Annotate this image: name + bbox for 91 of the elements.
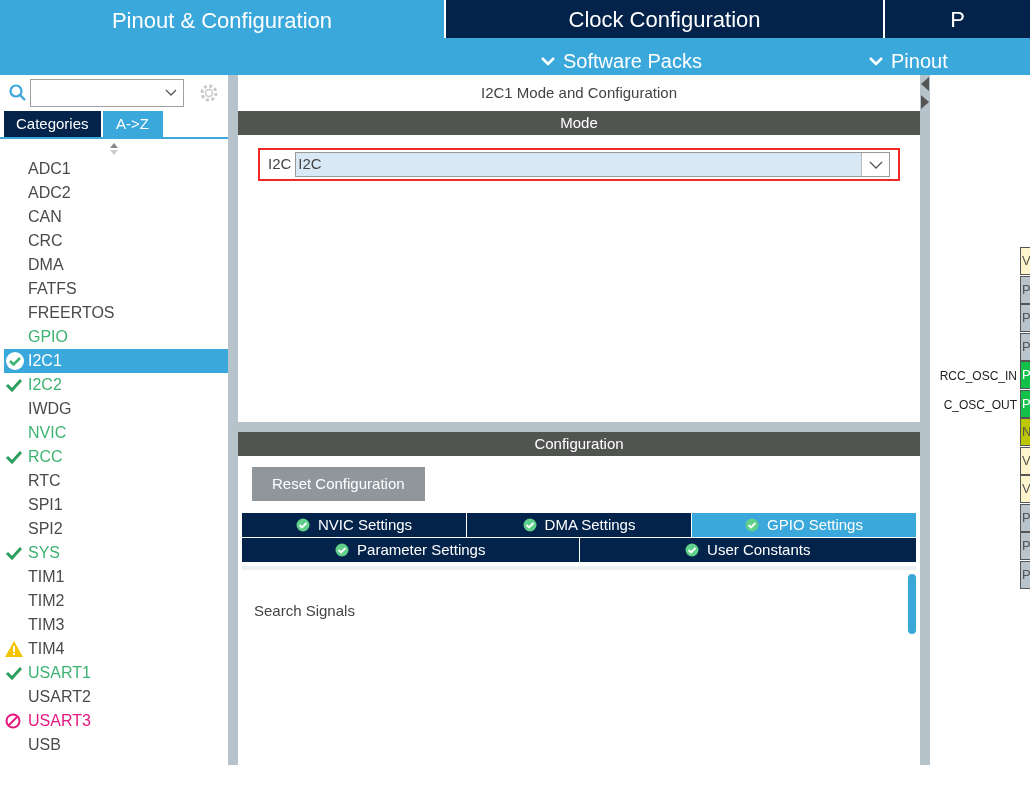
sidebar-item[interactable]: FREERTOS <box>4 301 228 325</box>
check-icon <box>5 450 23 464</box>
settings-icon[interactable] <box>198 82 220 104</box>
sidebar-item[interactable]: RTC <box>4 469 228 493</box>
item-label: TIM3 <box>28 615 65 635</box>
pin: P <box>1020 389 1030 418</box>
sidebar-item[interactable]: USB <box>4 733 228 757</box>
caret-icon <box>868 160 883 169</box>
item-label: DMA <box>28 255 64 275</box>
item-label: I2C1 <box>28 351 62 371</box>
item-label: TIM2 <box>28 591 65 611</box>
view-tab[interactable]: Categories <box>4 111 101 137</box>
top-tab[interactable]: P <box>885 0 1030 38</box>
chevron-icon <box>541 56 555 66</box>
sidebar-item[interactable]: ADC1 <box>4 157 228 181</box>
item-label: USART2 <box>28 687 91 707</box>
top-tab[interactable]: Clock Configuration <box>446 0 883 38</box>
pin: V <box>1020 446 1030 475</box>
blocked-icon <box>5 713 21 729</box>
item-label: CAN <box>28 207 62 227</box>
pin: P <box>1020 361 1030 389</box>
pin: P <box>1020 332 1030 361</box>
item-label: IWDG <box>28 399 72 419</box>
item-label: USB <box>28 735 61 755</box>
check-circle-icon <box>335 543 350 557</box>
item-label: SYS <box>28 543 60 563</box>
settings-tab[interactable]: NVIC Settings <box>242 513 466 537</box>
sidebar-item[interactable]: SPI1 <box>4 493 228 517</box>
settings-tab[interactable]: DMA Settings <box>467 513 691 537</box>
search-field[interactable] <box>30 79 184 107</box>
sidebar-item[interactable]: FATFS <box>4 277 228 301</box>
pin-label: C_OSC_OUT <box>943 396 1017 414</box>
sidebar-item[interactable]: USART2 <box>4 685 228 709</box>
pin: P <box>1020 275 1030 304</box>
check-circle-icon <box>5 351 25 371</box>
item-label: FATFS <box>28 279 77 299</box>
scrollbar[interactable] <box>908 574 916 634</box>
caret-icon <box>165 89 177 97</box>
item-label: I2C2 <box>28 375 62 395</box>
sidebar-item[interactable]: SPI2 <box>4 517 228 541</box>
sidebar-item[interactable]: ADC2 <box>4 181 228 205</box>
item-label: FREERTOS <box>28 303 115 323</box>
item-label: TIM1 <box>28 567 65 587</box>
item-label: SPI1 <box>28 495 63 515</box>
pin: V <box>1020 475 1030 503</box>
item-label: SPI2 <box>28 519 63 539</box>
settings-tab[interactable]: Parameter Settings <box>242 538 579 562</box>
item-label: GPIO <box>28 327 68 347</box>
sidebar-item[interactable]: DMA <box>4 253 228 277</box>
item-label: ADC2 <box>28 183 71 203</box>
pin: P <box>1020 532 1030 560</box>
mode-dropdown[interactable]: I2C <box>295 152 890 177</box>
item-label: ADC1 <box>28 159 71 179</box>
sidebar-item[interactable]: TIM3 <box>4 613 228 637</box>
check-icon <box>5 666 23 680</box>
check-circle-icon <box>522 518 537 532</box>
pin: P <box>1020 560 1030 589</box>
sidebar-item[interactable]: USART3 <box>4 709 228 733</box>
item-label: TIM4 <box>28 639 65 659</box>
section-header: Configuration <box>238 432 920 456</box>
pin: P <box>1020 503 1030 532</box>
pin: P <box>1020 304 1030 332</box>
sidebar-item[interactable]: TIM1 <box>4 565 228 589</box>
mode-label: I2C <box>268 154 292 175</box>
check-circle-icon <box>295 518 310 532</box>
sidebar-item[interactable]: CAN <box>4 205 228 229</box>
sidebar-item[interactable]: TIM4 <box>4 637 228 661</box>
sidebar-item[interactable]: TIM2 <box>4 589 228 613</box>
item-label: USART3 <box>28 711 91 731</box>
pin-label: RCC_OSC_IN <box>939 368 1017 385</box>
item-label: RCC <box>28 447 63 467</box>
settings-tab[interactable]: User Constants <box>579 538 916 562</box>
search-label: Search Signals <box>254 601 355 621</box>
panel-title: I2C1 Mode and Configuration <box>480 82 678 103</box>
check-icon <box>5 378 23 392</box>
search-icon[interactable] <box>8 83 28 103</box>
section-header: Mode <box>238 111 920 135</box>
item-label: RTC <box>28 471 61 491</box>
chevron-icon <box>869 56 883 66</box>
item-label: CRC <box>28 231 63 251</box>
sort-icon[interactable] <box>109 143 119 155</box>
sidebar-item[interactable]: IWDG <box>4 397 228 421</box>
check-circle-icon <box>745 518 760 532</box>
pin: V <box>1020 247 1030 275</box>
item-label: NVIC <box>28 423 67 443</box>
check-circle-icon <box>685 543 700 557</box>
check-icon <box>5 546 23 560</box>
pin: N <box>1020 418 1030 446</box>
item-label: USART1 <box>28 663 91 683</box>
warning-icon <box>5 641 23 657</box>
sidebar-item[interactable]: CRC <box>4 229 228 253</box>
